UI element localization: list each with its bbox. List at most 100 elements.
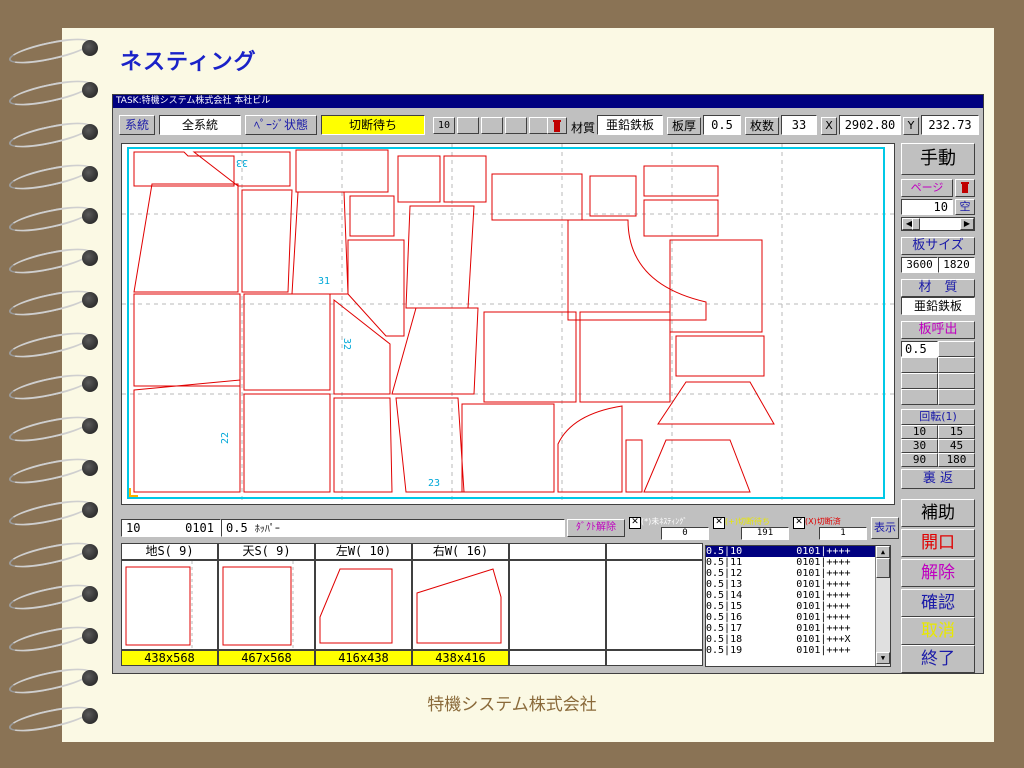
thumb-size-empty-2 bbox=[606, 650, 703, 666]
exit-button[interactable]: 終了 bbox=[901, 645, 975, 673]
list-item[interactable]: 0.5|19 0101|++++ bbox=[706, 645, 890, 656]
sheet-size-button[interactable]: 板サイズ bbox=[901, 237, 975, 255]
info-detail: 0.5 ﾎｯﾊﾟｰ bbox=[221, 519, 565, 537]
ring-icon bbox=[7, 663, 100, 699]
trash-button[interactable] bbox=[547, 117, 567, 134]
list-item[interactable]: 0.5|14 0101|++++ bbox=[706, 590, 890, 601]
info-id-text: 10 bbox=[126, 521, 141, 535]
sheet-call-slot-8[interactable] bbox=[938, 389, 975, 405]
blank-button-1[interactable] bbox=[457, 117, 479, 134]
sheet-call-slot-6[interactable] bbox=[938, 373, 975, 389]
list-item[interactable]: 0.5|18 0101|+++X bbox=[706, 634, 890, 645]
list-scroll-thumb[interactable] bbox=[876, 558, 890, 578]
keito-button[interactable]: 系統 bbox=[119, 115, 155, 135]
ring-icon bbox=[7, 285, 100, 321]
cancel-button[interactable]: 取消 bbox=[901, 617, 975, 645]
ring-icon bbox=[7, 495, 100, 531]
thumb-bottom[interactable] bbox=[121, 560, 218, 650]
ring-icon bbox=[7, 159, 100, 195]
ring-icon bbox=[7, 621, 100, 657]
blank-button-2[interactable] bbox=[481, 117, 503, 134]
duct-release-button[interactable]: ﾀﾞｸﾄ解除 bbox=[567, 519, 625, 537]
thumb-size-bottom: 438x568 bbox=[121, 650, 218, 666]
rotate-15-button[interactable]: 15 bbox=[938, 425, 975, 439]
count-label[interactable]: 枚数 bbox=[745, 117, 779, 135]
cut-label: (X)切断済 bbox=[805, 517, 841, 526]
info-thickness: 0.5 bbox=[226, 521, 248, 535]
sheet-call-slot-3[interactable] bbox=[901, 357, 938, 373]
confirm-button[interactable]: 確認 bbox=[901, 589, 975, 617]
list-item[interactable]: 0.5|11 0101|++++ bbox=[706, 557, 890, 568]
sheet-call-slot-4[interactable] bbox=[938, 357, 975, 373]
window-title: TASK:特機システム株式会社 本社ビル bbox=[113, 95, 983, 108]
page-delete-button[interactable] bbox=[955, 179, 975, 197]
page-state-button[interactable]: ﾍﾟｰｼﾞ状態 bbox=[245, 115, 317, 135]
thumb-top[interactable] bbox=[218, 560, 315, 650]
thickness-label[interactable]: 板厚 bbox=[667, 117, 701, 135]
nesting-canvas[interactable]: 33 31 32 22 23 bbox=[121, 143, 895, 505]
manual-button[interactable]: 手動 bbox=[901, 143, 975, 175]
part-label-31: 31 bbox=[318, 276, 330, 287]
thumb-left[interactable] bbox=[315, 560, 412, 650]
ring-icon bbox=[7, 117, 100, 153]
slide-footer: 特機システム株式会社 bbox=[427, 695, 597, 715]
rotate-45-button[interactable]: 45 bbox=[938, 439, 975, 453]
list-item[interactable]: 0.5|16 0101|++++ bbox=[706, 612, 890, 623]
assist-button[interactable]: 補助 bbox=[901, 499, 975, 527]
y-label: Y bbox=[903, 117, 919, 135]
release-button[interactable]: 解除 bbox=[901, 559, 975, 587]
flip-button[interactable]: 裏 返 bbox=[901, 469, 975, 489]
unnested-checkbox[interactable]: ✕ bbox=[629, 517, 641, 529]
rotate-180-button[interactable]: 180 bbox=[938, 453, 975, 467]
waiting-checkbox[interactable]: ✕ bbox=[713, 517, 725, 529]
scroll-thumb[interactable] bbox=[912, 218, 920, 230]
scroll-down-icon[interactable]: ▼ bbox=[876, 652, 890, 664]
show-button[interactable]: 表示 bbox=[871, 517, 899, 539]
sheet-call-slot-5[interactable] bbox=[901, 373, 938, 389]
page-number-button[interactable]: 10 bbox=[433, 117, 455, 134]
sheet-call-button[interactable]: 板呼出 bbox=[901, 321, 975, 339]
x-label: X bbox=[821, 117, 837, 135]
page-scrollbar[interactable]: ◀ ▶ bbox=[901, 217, 975, 231]
thumb-size-empty-1 bbox=[509, 650, 606, 666]
thumb-head-empty-1 bbox=[509, 543, 606, 560]
list-item[interactable]: 0.5|12 0101|++++ bbox=[706, 568, 890, 579]
empty-button[interactable]: 空 bbox=[955, 199, 975, 215]
list-scrollbar[interactable]: ▲ ▼ bbox=[875, 546, 890, 666]
nesting-drawing: 33 31 32 22 23 bbox=[122, 144, 894, 504]
thumb-size-left: 416x438 bbox=[315, 650, 412, 666]
waiting-count: 191 bbox=[741, 527, 789, 540]
page-value: 10 bbox=[901, 199, 953, 215]
page-button[interactable]: ページ bbox=[901, 179, 953, 197]
opening-button[interactable]: 開口 bbox=[901, 529, 975, 557]
blank-button-3[interactable] bbox=[505, 117, 527, 134]
scroll-up-icon[interactable]: ▲ bbox=[876, 546, 890, 558]
list-item[interactable]: 0.5|15 0101|++++ bbox=[706, 601, 890, 612]
unnested-label: (*)未ﾈｽﾃｨﾝｸﾞ bbox=[641, 517, 688, 526]
list-item[interactable]: 0.5|17 0101|++++ bbox=[706, 623, 890, 634]
material-button[interactable]: 材 質 bbox=[901, 279, 975, 297]
thickness-value: 0.5 bbox=[703, 115, 741, 135]
rotate-90-button[interactable]: 90 bbox=[901, 453, 938, 467]
sheet-call-slot-7[interactable] bbox=[901, 389, 938, 405]
info-code: 0101 bbox=[185, 521, 214, 535]
list-item[interactable]: 0.5|13 0101|++++ bbox=[706, 579, 890, 590]
cut-checkbox[interactable]: ✕ bbox=[793, 517, 805, 529]
sheet-call-slot-2[interactable] bbox=[938, 341, 975, 357]
rotate-30-button[interactable]: 30 bbox=[901, 439, 938, 453]
sheet-call-value[interactable]: 0.5 bbox=[901, 341, 938, 357]
ring-icon bbox=[7, 243, 100, 279]
sheet-height: 1820 bbox=[938, 257, 975, 273]
rotate-10-button[interactable]: 10 bbox=[901, 425, 938, 439]
info-name: ﾎｯﾊﾟｰ bbox=[254, 524, 280, 535]
page-state-value: 切断待ち bbox=[321, 115, 425, 135]
rotate-button[interactable]: 回転(1) bbox=[901, 409, 975, 425]
waiting-label: (+)切断待ち bbox=[725, 517, 770, 526]
thumb-right[interactable] bbox=[412, 560, 509, 650]
part-list[interactable]: 0.5|10 0101|++++ 0.5|11 0101|++++ 0.5|12… bbox=[705, 545, 891, 667]
scroll-right-icon[interactable]: ▶ bbox=[960, 218, 974, 230]
list-item[interactable]: 0.5|10 0101|++++ bbox=[706, 546, 890, 557]
ring-icon bbox=[7, 33, 100, 69]
ring-icon bbox=[7, 327, 100, 363]
ring-icon bbox=[7, 579, 100, 615]
